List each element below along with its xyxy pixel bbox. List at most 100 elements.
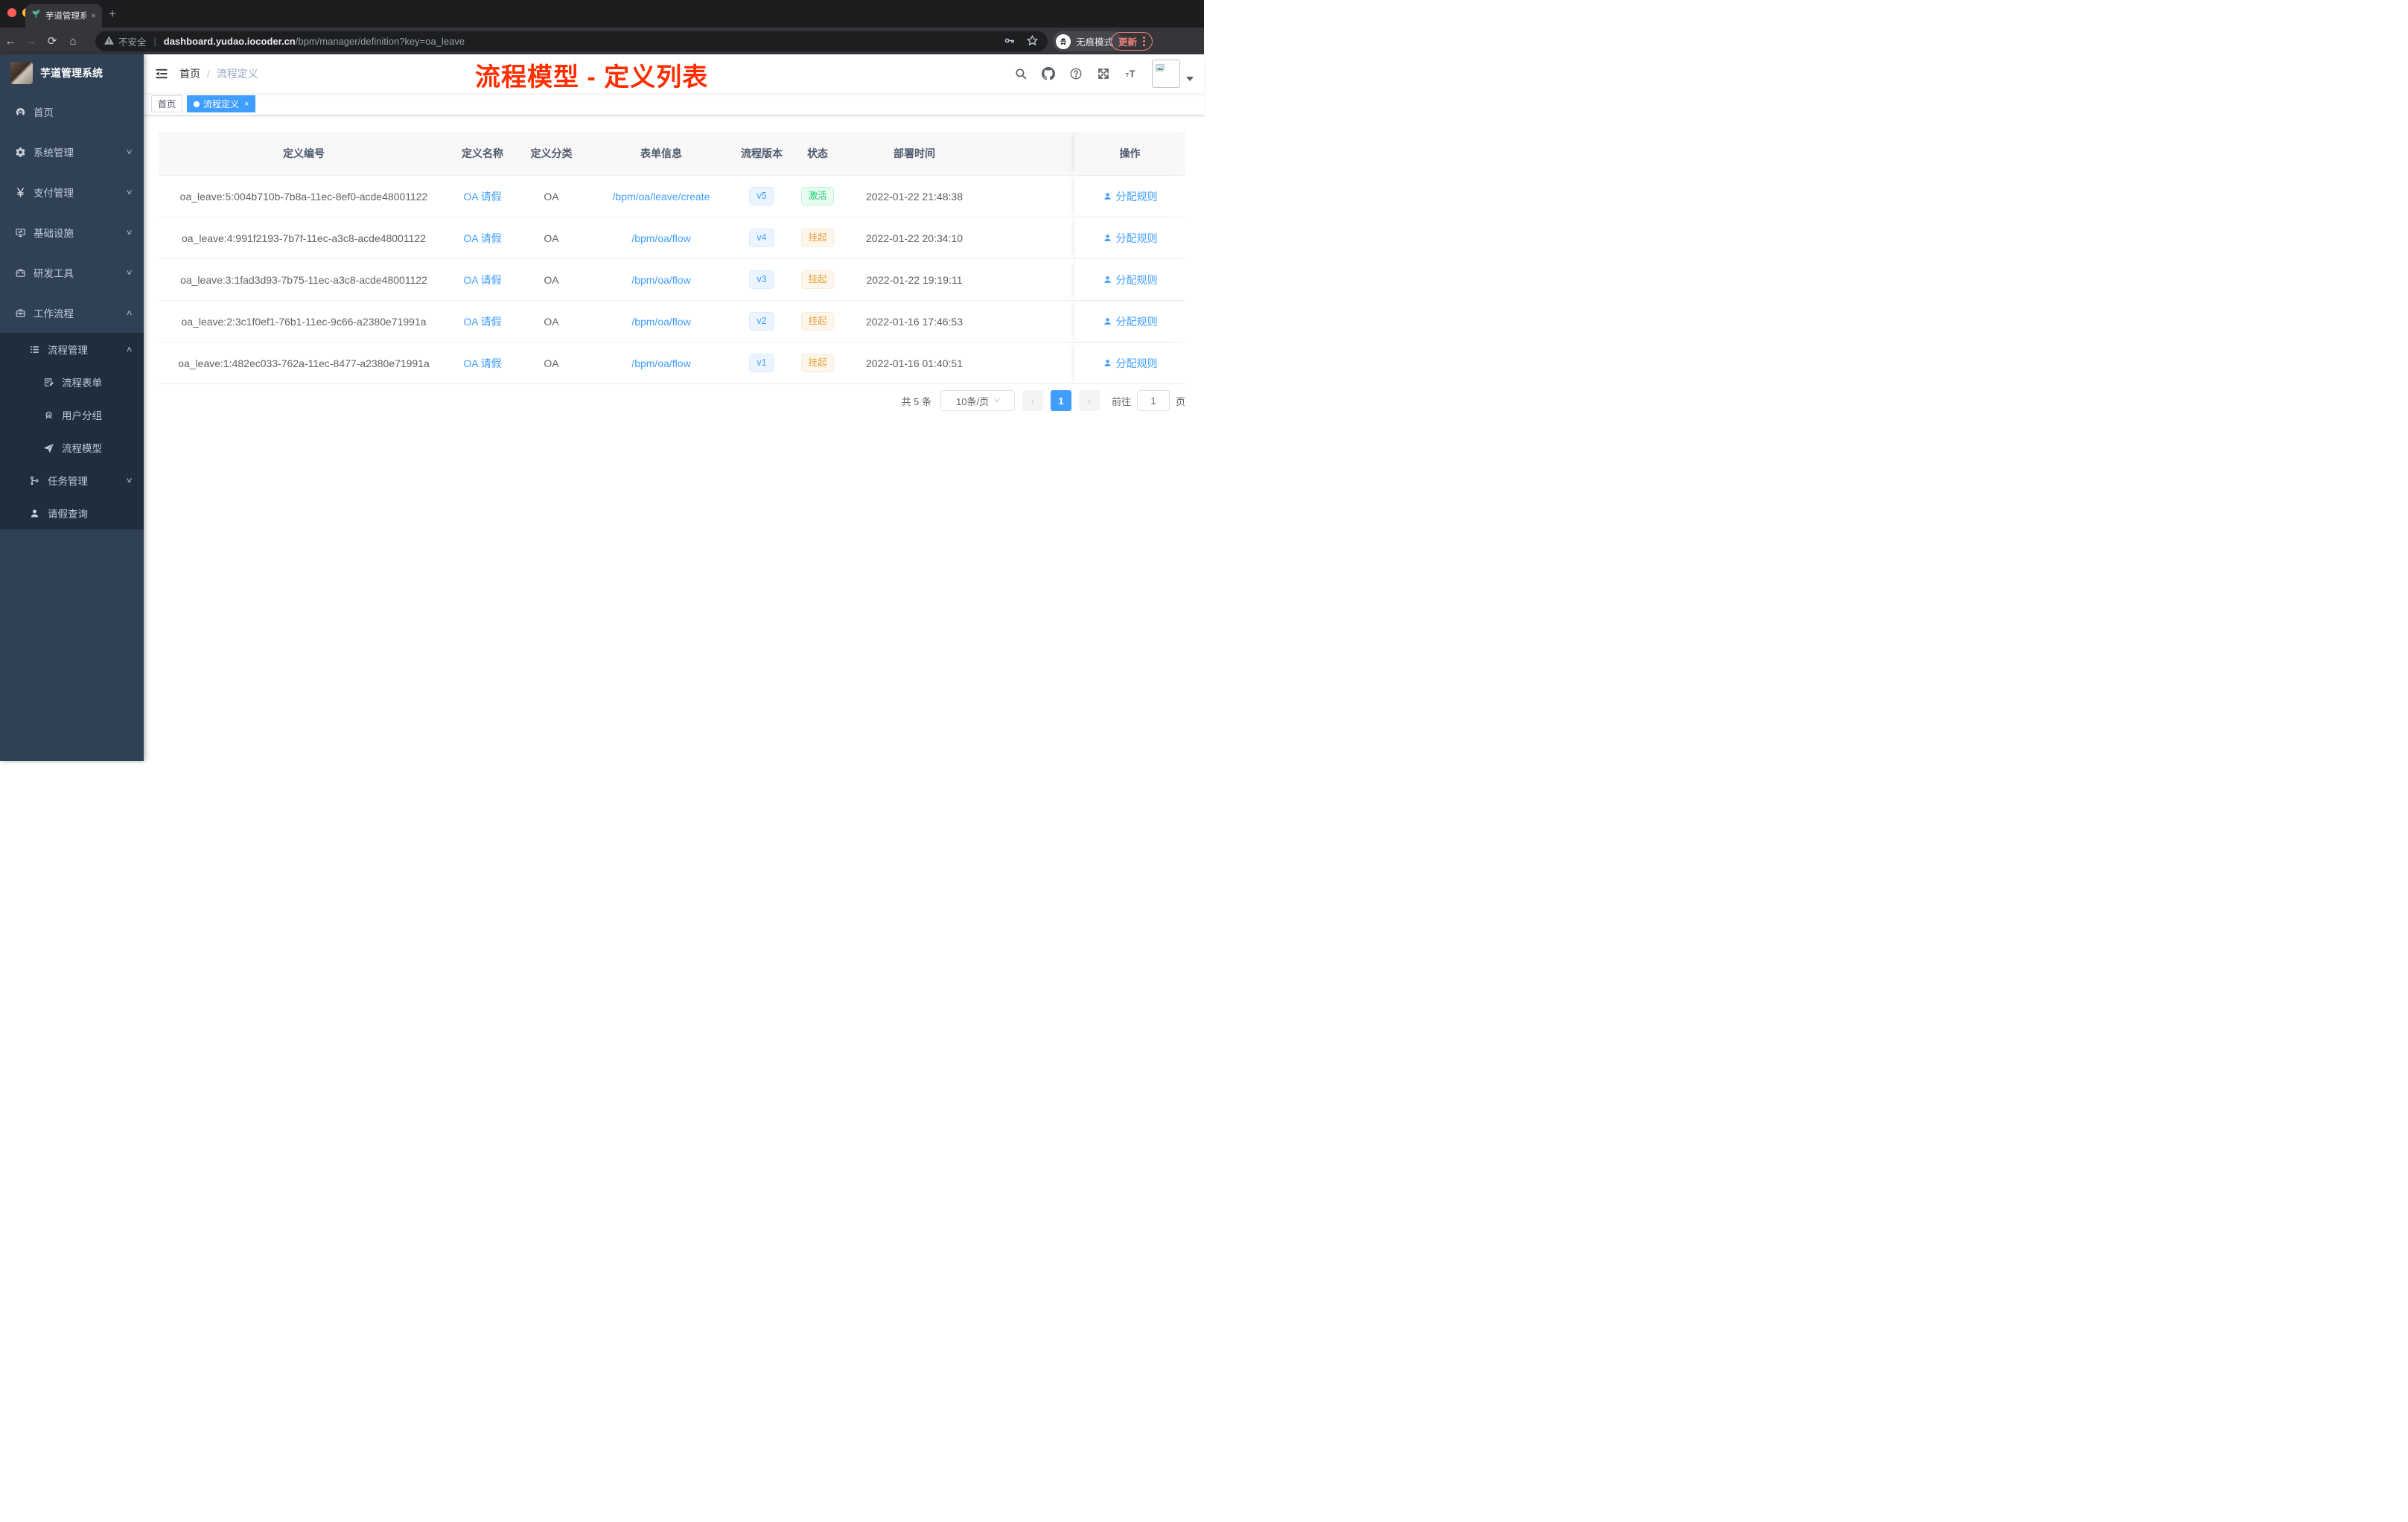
avatar[interactable]	[1152, 60, 1180, 88]
sidebar-item-5[interactable]: 研发工具 ∨	[0, 252, 144, 293]
sidebar-item-1[interactable]: 首页	[0, 92, 144, 132]
cell-deploy-time: 2022-01-22 20:34:10	[866, 232, 963, 244]
sidebar-item-label: 工作流程	[34, 308, 74, 319]
assign-rule-label: 分配规则	[1115, 190, 1158, 203]
cell-actions[interactable]: 分配规则	[1074, 343, 1185, 383]
chevron-down-icon: ∨	[125, 228, 133, 237]
update-button[interactable]: 更新	[1111, 32, 1153, 51]
search-icon[interactable]	[1014, 67, 1028, 80]
browser-menu-icon[interactable]	[1143, 36, 1146, 46]
goto-page-input[interactable]	[1136, 390, 1170, 411]
address-bar[interactable]: 不安全 | dashboard.yudao.iocoder.cn/bpm/man…	[95, 31, 1048, 51]
definition-name-link[interactable]: OA 请假	[463, 357, 501, 369]
form-link[interactable]: /bpm/oa/flow	[631, 274, 690, 286]
cell-form-link[interactable]: /bpm/oa/leave/create	[587, 191, 736, 203]
definition-name-link[interactable]: OA 请假	[463, 191, 501, 203]
page-size-select[interactable]: 10条/页 ˅	[940, 390, 1015, 411]
cell-form-link[interactable]: /bpm/oa/flow	[587, 232, 736, 244]
tag-close-icon[interactable]: ×	[244, 100, 249, 109]
breadcrumb-home[interactable]: 首页	[179, 66, 200, 81]
pagination-goto: 前往 页	[1112, 390, 1185, 411]
list-icon	[29, 344, 40, 355]
cell-actions[interactable]: 分配规则	[1074, 259, 1185, 300]
table-row: oa_leave:4:991f2193-7b7f-11ec-a3c8-acde4…	[159, 217, 1185, 259]
definition-name-link[interactable]: OA 请假	[463, 232, 501, 244]
sidebar-item-7[interactable]: 流程管理 ∧	[0, 333, 144, 366]
cell-actions[interactable]: 分配规则	[1074, 301, 1185, 342]
form-link[interactable]: /bpm/oa/flow	[631, 316, 690, 328]
definition-name-link[interactable]: OA 请假	[463, 316, 501, 328]
url-separator: |	[153, 36, 156, 47]
chevron-down-icon: ∨	[125, 188, 133, 197]
reload-button[interactable]: ⟳	[42, 34, 63, 48]
update-label: 更新	[1118, 37, 1138, 48]
cell-form-link[interactable]: /bpm/oa/flow	[587, 316, 736, 328]
security-label[interactable]: 不安全	[118, 34, 147, 48]
sidebar-toggle-icon[interactable]	[154, 66, 169, 81]
prev-page-button[interactable]: ‹	[1022, 390, 1043, 411]
assign-rule-button[interactable]: 分配规则	[1103, 231, 1158, 246]
form-link[interactable]: /bpm/oa/leave/create	[613, 191, 710, 203]
cell-definition-name[interactable]: OA 请假	[449, 273, 516, 287]
sidebar-item-3[interactable]: 支付管理 ∨	[0, 172, 144, 212]
sidebar-item-6[interactable]: 工作流程 ∧	[0, 293, 144, 333]
sidebar-item-11[interactable]: 任务管理 ∨	[0, 464, 144, 497]
cell-definition-name[interactable]: OA 请假	[449, 231, 516, 246]
cell-actions[interactable]: 分配规则	[1074, 217, 1185, 258]
new-tab-button[interactable]: +	[109, 7, 116, 22]
tab-close-icon[interactable]: ×	[91, 10, 96, 21]
cell-actions[interactable]: 分配规则	[1074, 176, 1185, 217]
tab-title: 芋道管理系统	[45, 12, 86, 21]
cell-definition-name[interactable]: OA 请假	[449, 314, 516, 329]
assign-rule-label: 分配规则	[1115, 357, 1158, 369]
github-icon[interactable]	[1042, 67, 1055, 80]
assign-rule-button[interactable]: 分配规则	[1103, 189, 1158, 204]
tag-1[interactable]: 首页	[151, 95, 183, 112]
window-close-button[interactable]	[7, 8, 16, 17]
sidebar-item-label: 首页	[34, 107, 54, 118]
cell-form-link[interactable]: /bpm/oa/flow	[587, 274, 736, 286]
url-text[interactable]: dashboard.yudao.iocoder.cn/bpm/manager/d…	[164, 36, 996, 47]
browser-toolbar: ← → ⟳ ⌂ 不安全 | dashboard.yudao.iocoder.cn…	[0, 28, 1204, 54]
back-button[interactable]: ←	[0, 35, 21, 48]
form-link[interactable]: /bpm/oa/flow	[631, 357, 690, 369]
home-button[interactable]: ⌂	[63, 35, 83, 48]
font-size-icon[interactable]: TT	[1124, 67, 1138, 80]
password-key-icon[interactable]	[1003, 34, 1016, 49]
cell-definition-name[interactable]: OA 请假	[449, 189, 516, 204]
definition-name-link[interactable]: OA 请假	[463, 274, 501, 286]
cell-status: 挂起	[788, 229, 847, 247]
sidebar-item-12[interactable]: 请假查询	[0, 497, 144, 529]
bookmark-star-icon[interactable]	[1026, 34, 1039, 49]
assign-rule-label: 分配规则	[1115, 232, 1158, 244]
sidebar-logo[interactable]: 芋道管理系统	[0, 54, 144, 92]
tag-2[interactable]: 流程定义 ×	[187, 95, 256, 112]
sidebar-item-10[interactable]: 流程模型	[0, 431, 144, 464]
next-page-button[interactable]: ›	[1078, 390, 1100, 411]
sidebar-item-4[interactable]: 基础设施 ∨	[0, 212, 144, 252]
cell-definition-name[interactable]: OA 请假	[449, 356, 516, 371]
sidebar-item-9[interactable]: 用户分组	[0, 398, 144, 431]
assign-rule-button[interactable]: 分配规则	[1103, 314, 1158, 329]
cell-form-link[interactable]: /bpm/oa/flow	[587, 357, 736, 369]
sidebar-item-label: 基础设施	[34, 228, 74, 239]
svg-text:T: T	[1126, 71, 1130, 78]
sidebar-item-2[interactable]: 系统管理 ∨	[0, 132, 144, 172]
assign-rule-button[interactable]: 分配规则	[1103, 273, 1158, 287]
browser-tab[interactable]: 芋道管理系统 ×	[25, 4, 102, 28]
user-menu[interactable]	[1152, 60, 1194, 88]
cell-status: 挂起	[788, 354, 847, 372]
gear-icon	[15, 147, 26, 158]
forward-button[interactable]: →	[21, 35, 42, 48]
sidebar: 芋道管理系统 首页 系统管理 ∨ 支付管理 ∨ 基础设施 ∨ 研发工具 ∨ 工作流程 ∧ 流程管理 ∧ 流…	[0, 54, 144, 761]
sidebar-item-8[interactable]: 流程表单	[0, 366, 144, 398]
cell-definition-id: oa_leave:1:482ec033-762a-11ec-8477-a2380…	[178, 357, 430, 369]
omnibox-right-icons	[1003, 34, 1039, 49]
help-icon[interactable]	[1069, 67, 1083, 80]
table-header-cell: 流程版本	[741, 147, 783, 159]
page-number-button[interactable]: 1	[1050, 390, 1071, 411]
version-badge: v3	[749, 270, 774, 289]
form-link[interactable]: /bpm/oa/flow	[631, 232, 690, 244]
fullscreen-icon[interactable]	[1097, 67, 1110, 80]
assign-rule-button[interactable]: 分配规则	[1103, 356, 1158, 371]
